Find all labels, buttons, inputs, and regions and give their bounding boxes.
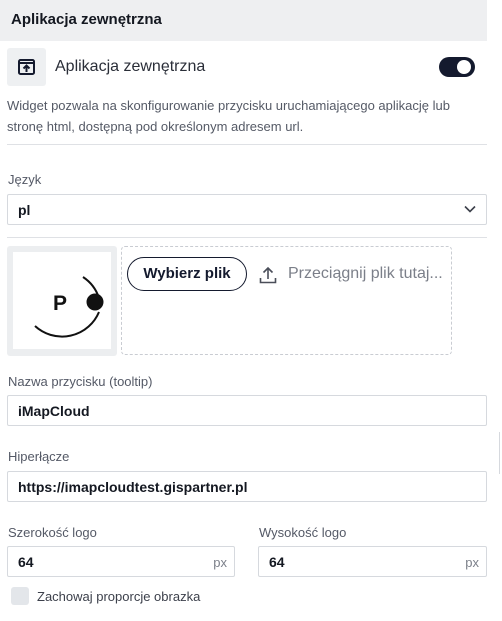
- language-value: pl: [18, 202, 31, 218]
- divider: [7, 237, 487, 238]
- language-label: Język: [8, 172, 42, 187]
- logo-letter: P: [53, 292, 67, 315]
- widget-label: Aplikacja zewnętrzna: [55, 58, 206, 75]
- toggle-knob: [457, 60, 471, 74]
- drop-hint: Przeciągnij plik tutaj...: [288, 265, 443, 282]
- logo-width-unit: px: [213, 555, 227, 570]
- hyperlink-input[interactable]: https://imapcloudtest.gispartner.pl: [7, 471, 487, 502]
- choose-file-button[interactable]: Wybierz plik: [127, 257, 247, 291]
- file-dropzone[interactable]: Wybierz plik Przeciągnij plik tutaj...: [121, 246, 452, 355]
- divider: [7, 144, 487, 145]
- button-name-label: Nazwa przycisku (tooltip): [8, 374, 153, 389]
- panel-header: Aplikacja zewnętrzna: [0, 0, 487, 41]
- keep-ratio-checkbox[interactable]: [11, 587, 29, 605]
- upload-icon: [259, 266, 277, 284]
- hyperlink-label: Hiperłącze: [8, 449, 70, 464]
- logo-height-value: 64: [269, 554, 285, 570]
- panel-title: Aplikacja zewnętrzna: [11, 11, 162, 28]
- logo-width-label: Szerokość logo: [8, 525, 97, 540]
- logo-width-value: 64: [18, 554, 34, 570]
- logo-height-unit: px: [465, 555, 479, 570]
- language-select[interactable]: pl: [7, 194, 487, 225]
- open-in-app-icon: [7, 48, 46, 86]
- widget-row: Aplikacja zewnętrzna: [7, 48, 487, 86]
- keep-ratio-label: Zachowaj proporcje obrazka: [37, 589, 201, 604]
- button-name-input[interactable]: iMapCloud: [7, 395, 487, 426]
- logo-preview: P: [7, 246, 117, 356]
- logo-height-label: Wysokość logo: [259, 525, 347, 540]
- chevron-down-icon: [464, 205, 476, 213]
- button-name-value: iMapCloud: [18, 403, 90, 419]
- logo-width-input[interactable]: 64 px: [7, 546, 235, 577]
- logo-image: P: [13, 252, 111, 349]
- hyperlink-value: https://imapcloudtest.gispartner.pl: [18, 479, 248, 495]
- widget-description: Widget pozwala na skonfigurowanie przyci…: [7, 98, 450, 134]
- logo-height-input[interactable]: 64 px: [258, 546, 487, 577]
- widget-enabled-toggle[interactable]: [439, 57, 475, 77]
